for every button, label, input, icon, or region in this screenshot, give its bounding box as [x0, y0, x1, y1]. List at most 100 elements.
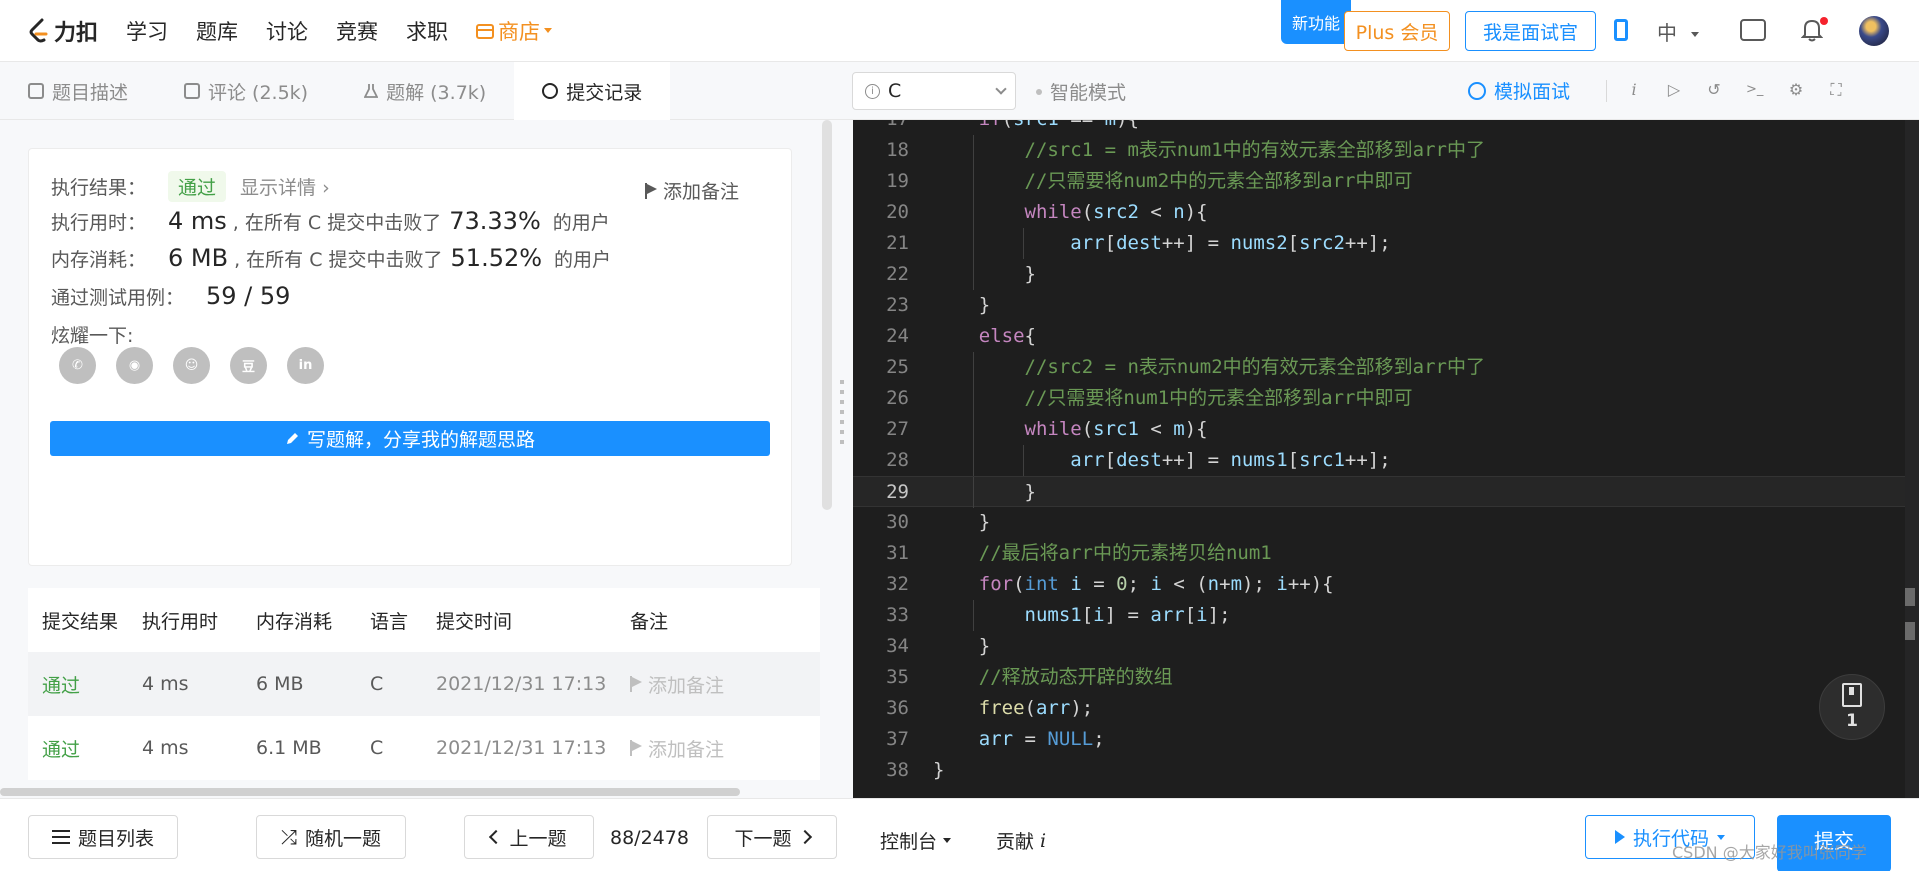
memory-percentile: 51.52%: [450, 244, 543, 272]
code-line-17[interactable]: 17 if(src1 == m){: [853, 120, 1919, 135]
code-line-35[interactable]: 35 //释放动态开辟的数组: [853, 662, 1919, 693]
toolbar-divider: [1606, 80, 1607, 102]
mock-interview-button[interactable]: 模拟面试: [1468, 77, 1570, 104]
leetcode-logo[interactable]: 力扣: [28, 15, 98, 47]
nav-learn[interactable]: 学习: [126, 16, 168, 46]
pane-resize-handle[interactable]: [840, 380, 844, 450]
testcases-row: 通过测试用例： 59 / 59: [51, 282, 296, 310]
horizontal-scrollbar[interactable]: [0, 788, 740, 796]
play-outline-icon[interactable]: ▷: [1666, 82, 1682, 98]
code-line-24[interactable]: 24 else{: [853, 321, 1919, 352]
status-link[interactable]: 通过: [42, 675, 80, 697]
code-line-29-current[interactable]: 29 }: [853, 476, 1919, 508]
flag-icon: [630, 676, 642, 692]
header-memory: 内存消耗: [256, 610, 333, 633]
row-add-note-label: 添加备注: [648, 674, 725, 697]
scroll-marker: [1905, 622, 1915, 640]
douban-icon[interactable]: 豆: [230, 347, 267, 384]
fullscreen-icon[interactable]: ⛶: [1828, 82, 1844, 98]
prev-problem-button[interactable]: 上一题: [464, 815, 594, 859]
row-add-note[interactable]: 添加备注: [630, 735, 820, 762]
code-line-32[interactable]: 32 for(int i = 0; i < (n+m); i++){: [853, 569, 1919, 600]
new-feature-badge[interactable]: 新功能: [1281, 0, 1351, 44]
smart-mode-toggle[interactable]: 智能模式: [1036, 78, 1126, 105]
info-italic-icon[interactable]: i: [1626, 82, 1642, 98]
status-link[interactable]: 通过: [42, 739, 80, 761]
code-line-38[interactable]: 38}: [853, 755, 1919, 786]
random-problem-button[interactable]: ⤮ 随机一题: [256, 815, 406, 859]
header-note: 备注: [630, 610, 669, 633]
tab-description[interactable]: 题目描述: [0, 62, 156, 120]
code-line-33[interactable]: 33 nums1[i] = arr[i];: [853, 600, 1919, 631]
write-solution-button[interactable]: 写题解，分享我的解题思路: [50, 421, 770, 456]
tab-submissions[interactable]: 提交记录: [514, 62, 671, 120]
code-line-34[interactable]: 34 }: [853, 631, 1919, 662]
code-line-31[interactable]: 31 //最后将arr中的元素拷贝给num1: [853, 538, 1919, 569]
editor-scrollbar[interactable]: [1905, 120, 1919, 798]
code-line-19[interactable]: 19 //只需要将num2中的元素全部移到arr中即可: [853, 166, 1919, 197]
problem-list-button[interactable]: 题目列表: [28, 815, 178, 859]
left-scrollbar[interactable]: [822, 120, 832, 510]
code-line-25[interactable]: 25 //src2 = n表示num2中的有效元素全部移到arr中了: [853, 352, 1919, 383]
row-runtime: 4 ms: [142, 673, 189, 695]
qq-icon[interactable]: ☺: [173, 347, 210, 384]
tab-comments[interactable]: 评论 (2.5k): [156, 62, 336, 120]
code-line-23[interactable]: 23 }: [853, 290, 1919, 321]
language-select[interactable]: i C: [852, 72, 1016, 110]
code-line-28[interactable]: 28 arr[dest++] = nums1[src1++];: [853, 445, 1919, 476]
share-row: 炫耀一下:: [51, 321, 133, 348]
nav-contest[interactable]: 竞赛: [336, 16, 378, 46]
header-language: 语言: [370, 610, 409, 633]
reset-icon[interactable]: ↺: [1706, 82, 1722, 98]
table-header: 提交结果 执行用时 内存消耗 语言 提交时间 备注: [28, 588, 820, 652]
tab-solutions[interactable]: 题解 (3.7k): [336, 62, 514, 120]
weibo-icon[interactable]: ◉: [116, 347, 153, 384]
header-time: 提交时间: [436, 610, 513, 633]
contribute-info-icon: i: [1040, 829, 1047, 852]
tab-comments-label: 评论 (2.5k): [208, 81, 309, 104]
code-line-22[interactable]: 22 }: [853, 259, 1919, 290]
tab-description-label: 题目描述: [52, 81, 129, 104]
show-details-link[interactable]: 显示详情 ›: [240, 173, 330, 200]
row-add-note[interactable]: 添加备注: [630, 671, 820, 698]
nav-problemset[interactable]: 题库: [196, 16, 238, 46]
wechat-icon[interactable]: ✆: [59, 347, 96, 384]
playground-icon[interactable]: [1740, 19, 1766, 41]
code-editor[interactable]: 17 if(src1 == m){ 18 //src1 = m表示num1中的有…: [853, 120, 1919, 798]
interviewer-button[interactable]: 我是面试官: [1465, 11, 1596, 51]
code-line-27[interactable]: 27 while(src1 < m){: [853, 414, 1919, 445]
problem-pager: 88/2478: [610, 827, 689, 849]
linkedin-icon[interactable]: in: [287, 347, 324, 384]
add-note-button[interactable]: 添加备注: [645, 177, 739, 204]
mobile-icon[interactable]: [1614, 19, 1628, 41]
terminal-icon[interactable]: >_: [1746, 82, 1763, 98]
code-line-18[interactable]: 18 //src1 = m表示num1中的有效元素全部移到arr中了: [853, 135, 1919, 166]
settings-icon[interactable]: ⚙: [1788, 82, 1804, 98]
nav-jobs[interactable]: 求职: [406, 16, 448, 46]
list-icon: [51, 830, 70, 844]
nav-shop[interactable]: 商店: [476, 16, 553, 46]
notes-float-button[interactable]: 1: [1819, 674, 1885, 740]
language-select-value: C: [888, 80, 902, 102]
table-row[interactable]: 通过 4 ms 6.1 MB C 2021/12/31 17:13 添加备注: [28, 716, 820, 780]
code-line-20[interactable]: 20 while(src2 < n){: [853, 197, 1919, 228]
editor-toolbar: i C 智能模式 模拟面试 i ▷ ↺ >_ ⚙ ⛶: [850, 62, 1919, 120]
code-line-30[interactable]: 30 }: [853, 507, 1919, 538]
contribute-label: 贡献: [996, 831, 1035, 853]
add-note-label: 添加备注: [663, 181, 740, 203]
avatar[interactable]: [1859, 16, 1889, 46]
code-line-21[interactable]: 21 arr[dest++] = nums2[src2++];: [853, 228, 1919, 259]
contribute-button[interactable]: 贡献 i: [996, 827, 1046, 854]
table-row[interactable]: 通过 4 ms 6 MB C 2021/12/31 17:13 添加备注: [28, 652, 820, 716]
console-toggle[interactable]: 控制台: [880, 827, 952, 854]
language-switch[interactable]: 中: [1657, 17, 1700, 46]
header-status: 提交结果: [42, 610, 119, 633]
memory-value: 6 MB: [168, 244, 229, 272]
next-problem-button[interactable]: 下一题: [707, 815, 837, 859]
code-line-36[interactable]: 36 free(arr);: [853, 693, 1919, 724]
plus-member-button[interactable]: Plus 会员: [1344, 11, 1450, 51]
code-line-26[interactable]: 26 //只需要将num1中的元素全部移到arr中即可: [853, 383, 1919, 414]
nav-discuss[interactable]: 讨论: [266, 16, 308, 46]
code-line-37[interactable]: 37 arr = NULL;: [853, 724, 1919, 755]
next-problem-label: 下一题: [734, 827, 792, 850]
